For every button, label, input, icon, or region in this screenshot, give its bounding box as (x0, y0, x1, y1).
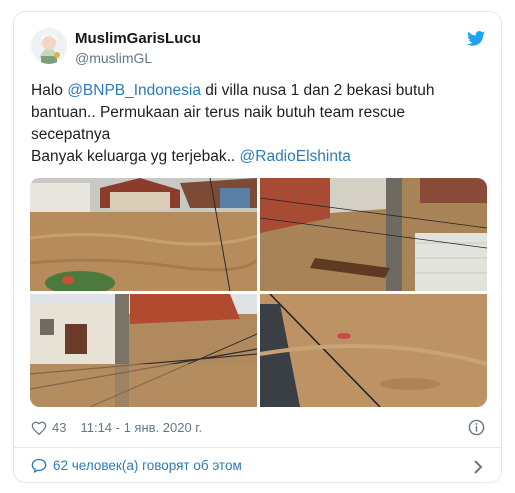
tweet-timestamp[interactable]: 11:14 - 1 янв. 2020 г. (80, 420, 202, 435)
divider (14, 447, 501, 448)
tweet-text: Halo @BNPB_Indonesia di villa nusa 1 dan… (31, 80, 486, 168)
media-grid (30, 178, 487, 407)
like-count[interactable]: 43 (52, 420, 66, 435)
author-name[interactable]: MuslimGarisLucu (75, 30, 201, 47)
chevron-right-icon[interactable] (473, 460, 483, 474)
conversation-text: 62 человек(а) говорят об этом (53, 458, 242, 473)
flood-photo-3[interactable] (30, 294, 257, 407)
conversation-link[interactable]: 62 человек(а) говорят об этом (31, 458, 242, 473)
info-icon[interactable] (468, 419, 485, 436)
flood-photo-2[interactable] (260, 178, 487, 291)
flood-photo-4[interactable] (260, 294, 487, 407)
twitter-bird-icon[interactable] (467, 31, 485, 46)
tweet-text-part: Banyak keluarga yg terjebak.. (31, 148, 240, 165)
author-handle[interactable]: @muslimGL (75, 50, 152, 66)
flood-photo-1[interactable] (30, 178, 257, 291)
avatar[interactable] (31, 28, 67, 64)
tweet-card: MuslimGarisLucu @muslimGL Halo @BNPB_Ind… (13, 11, 502, 483)
heart-icon[interactable] (31, 421, 47, 435)
tweet-meta: 43 11:14 - 1 янв. 2020 г. (31, 420, 202, 435)
mention-link-bnpb[interactable]: @BNPB_Indonesia (67, 82, 201, 99)
comment-bubble-icon (31, 458, 47, 473)
mention-link-radio[interactable]: @RadioElshinta (240, 148, 351, 165)
tweet-text-part: Halo (31, 82, 68, 99)
